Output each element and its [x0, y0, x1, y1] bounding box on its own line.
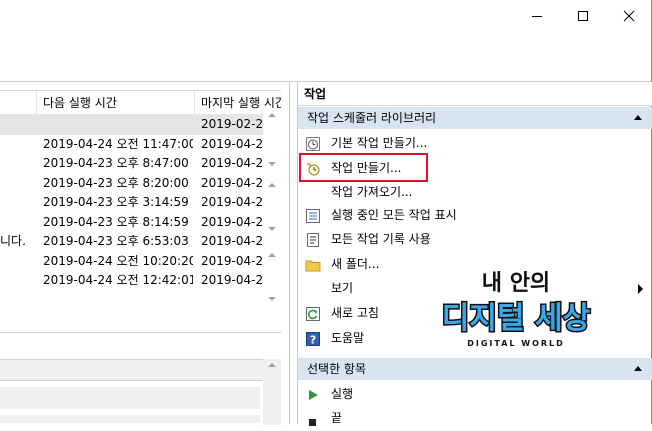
action-label: 실행 — [331, 387, 354, 401]
scroll-up-arrow-icon — [268, 183, 276, 187]
next-run-cell: 2019-04-24 오전 12:42:01 — [43, 273, 193, 287]
window-titlebar — [0, 0, 652, 32]
task-detail-pane — [0, 332, 281, 425]
logo-line2: 디지털 세상 — [442, 301, 591, 336]
refresh-icon — [306, 307, 320, 321]
table-row[interactable]: 니다.2019-04-23 오후 6:53:032019-04-23 오후 — [0, 232, 281, 252]
action-end[interactable]: 끝 — [298, 406, 652, 431]
next-run-cell: 2019-04-23 오후 8:47:00 — [43, 156, 189, 170]
close-icon — [623, 10, 635, 22]
task-table-header: 다음 실행 시간 마지막 실행 시간 — [0, 91, 281, 115]
section-header-label: 작업 스케줄러 라이브러리 — [307, 111, 437, 125]
task-name-cell: 니다. — [0, 234, 26, 248]
table-row[interactable]: 2019-04-24 오전 12:42:012019-04-23 오후 — [0, 271, 281, 291]
table-row[interactable]: 2019-04-23 오후 8:47:002019-04-23 오후 — [0, 154, 281, 174]
minimize-icon — [532, 16, 542, 17]
collapse-arrow-icon[interactable] — [634, 366, 642, 371]
watermark-logo: 내 안의 디지털 세상 DIGITAL WORLD — [440, 271, 592, 348]
next-run-cell: 2019-04-24 오전 10:20:20 — [43, 253, 193, 268]
maximize-button[interactable] — [560, 0, 606, 32]
close-button[interactable] — [606, 0, 652, 32]
detail-scrollbar-arrows — [268, 363, 276, 367]
detail-scrollbar[interactable] — [263, 359, 281, 425]
collapse-arrow-icon[interactable] — [634, 115, 642, 120]
action-import-task[interactable]: 작업 가져오기... — [298, 180, 652, 205]
task-table: 다음 실행 시간 마지막 실행 시간 2019-02-24 오전2019-04-… — [0, 90, 281, 372]
column-header-next-run[interactable]: 다음 실행 시간 — [36, 91, 194, 115]
folder-icon — [305, 260, 321, 272]
actions-pane: 작업 작업 스케줄러 라이브러리 기본 작업 만들기... 작업 만들기... … — [297, 82, 652, 426]
action-label: 새로 고침 — [331, 306, 379, 320]
next-run-cell: 2019-04-23 오후 8:20:00 — [43, 175, 189, 190]
svg-text:?: ? — [310, 334, 316, 347]
section-header-selected[interactable]: 선택한 항목 — [298, 358, 652, 380]
action-label: 보기 — [331, 281, 354, 295]
next-run-cell: 2019-04-23 오후 6:53:03 — [43, 234, 189, 248]
logo-line3: DIGITAL WORLD — [467, 339, 565, 348]
end-icon — [309, 419, 316, 426]
scroll-up-arrow-icon — [268, 113, 276, 117]
next-run-cell: 2019-04-24 오전 11:47:00 — [43, 136, 193, 151]
next-run-cell: 2019-04-23 오후 8:14:59 — [43, 214, 189, 229]
table-row[interactable]: 2019-04-23 오후 8:14:592019-04-23 오후 — [0, 213, 281, 233]
section-header-library[interactable]: 작업 스케줄러 라이브러리 — [298, 107, 652, 129]
scroll-up-arrow-icon — [268, 363, 276, 367]
section-header-label: 선택한 항목 — [307, 362, 367, 376]
table-row[interactable]: 2019-04-23 오후 8:20:002019-04-23 오후 — [0, 174, 281, 194]
action-run[interactable]: 실행 — [298, 382, 652, 407]
table-row[interactable]: 2019-04-24 오전 10:20:202019-04-23 오후 — [0, 252, 281, 272]
task-rows: 2019-02-24 오전2019-04-24 오전 11:47:002019-… — [0, 115, 281, 291]
task-list-pane: 다음 실행 시간 마지막 실행 시간 2019-02-24 오전2019-04-… — [0, 82, 290, 425]
run-icon — [309, 390, 318, 400]
detail-field — [0, 387, 260, 409]
table-row[interactable]: 2019-04-23 오후 3:14:592019-04-23 오후 — [0, 193, 281, 213]
action-enable-history[interactable]: 모든 작업 기록 사용 — [298, 227, 652, 252]
scroll-down-arrow-icon — [268, 227, 276, 231]
minimize-button[interactable] — [514, 0, 560, 32]
history-icon — [307, 233, 319, 247]
action-label: 실행 중인 모든 작업 표시 — [331, 208, 457, 222]
action-label: 모든 작업 기록 사용 — [331, 232, 431, 246]
submenu-arrow-icon — [638, 284, 643, 294]
next-run-cell: 2019-04-23 오후 3:14:59 — [43, 195, 189, 209]
toolbar-area — [0, 32, 652, 82]
highlight-box — [299, 153, 428, 182]
action-show-running-tasks[interactable]: 실행 중인 모든 작업 표시 — [298, 203, 652, 228]
running-tasks-icon — [306, 209, 320, 223]
table-row[interactable]: 2019-02-24 오전 — [0, 115, 281, 135]
help-icon: ? — [306, 332, 320, 347]
action-label: 새 폴더... — [331, 257, 380, 271]
action-label: 끝 — [331, 411, 343, 425]
actions-pane-title: 작업 — [298, 82, 652, 106]
action-label: 작업 가져오기... — [331, 185, 413, 199]
table-row[interactable]: 2019-04-24 오전 11:47:002019-04-23 오후 — [0, 135, 281, 155]
scroll-up-arrow-icon — [268, 253, 276, 257]
maximize-icon — [578, 11, 588, 21]
scroll-down-arrow-icon — [268, 297, 276, 301]
detail-tab-strip[interactable] — [0, 359, 281, 381]
scroll-down-arrow-icon — [268, 162, 276, 166]
logo-line1: 내 안의 — [482, 271, 550, 296]
action-label: 도움말 — [331, 331, 365, 345]
basic-task-icon — [306, 137, 320, 151]
detail-field — [0, 415, 260, 423]
